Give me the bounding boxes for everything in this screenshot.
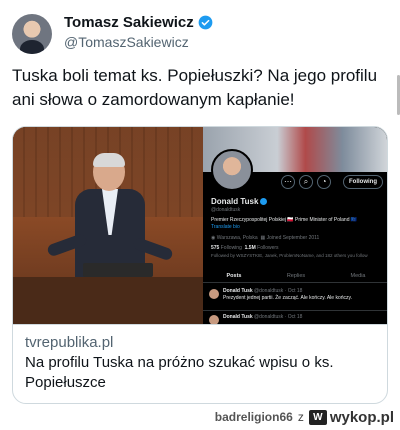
verified-badge-icon: [198, 15, 213, 30]
profile-name-row: Donald Tusk: [211, 197, 268, 206]
post-author: Donald Tusk @donaldtusk · Oct 18: [223, 288, 303, 294]
following-label: Following: [220, 245, 242, 251]
profile-followed-by: Followed by WSZYSTKIE, Janek, ProblemNoN…: [211, 253, 368, 258]
tweet-text: Tuska boli temat ks. Popiełuszki? Na jeg…: [12, 66, 378, 109]
author-name[interactable]: Tomasz Sakiewicz: [64, 14, 194, 31]
author-handle[interactable]: @TomaszSakiewicz: [64, 34, 189, 50]
author-name-row: Tomasz Sakiewicz: [64, 14, 213, 31]
profile-post: Donald Tusk @donaldtusk · Oct 18: [203, 311, 387, 324]
attribution-separator: z: [297, 410, 304, 424]
source-attribution: badreligion66 z W wykop.pl: [215, 408, 394, 426]
speaker-photo: [13, 127, 203, 324]
profile-bio: Premier Rzeczypospolitej Polskiej 🇵🇱 Pri…: [211, 217, 383, 231]
profile-verified-icon: [260, 198, 268, 205]
followers-count: 1.5M: [244, 245, 256, 251]
followers-label: Followers: [257, 245, 279, 251]
uploader-username[interactable]: badreligion66: [215, 410, 293, 424]
profile-name: Donald Tusk: [211, 197, 259, 206]
search-icon: ⌕: [299, 175, 313, 189]
site-name: wykop.pl: [329, 408, 394, 426]
tab-posts: Posts: [226, 273, 242, 279]
profile-handle: @donaldtusk: [211, 207, 241, 213]
card-footer[interactable]: tvrepublika.pl Na profilu Tuska na próżn…: [13, 324, 387, 403]
card-image: ⋯ ⌕ ◔ Following Donald Tusk @donaldtusk …: [13, 127, 387, 324]
profile-following-button: Following: [343, 175, 383, 189]
card-domain[interactable]: tvrepublika.pl: [25, 333, 377, 353]
card-title[interactable]: Na profilu Tuska na próżno szukać wpisu …: [25, 353, 377, 393]
link-card[interactable]: ⋯ ⌕ ◔ Following Donald Tusk @donaldtusk …: [12, 126, 388, 404]
profile-translate-link: Translate bio: [211, 224, 240, 230]
tab-media: Media: [350, 273, 366, 279]
wykop-logo-icon: W: [308, 409, 327, 425]
profile-meta: ◉ Warszawa, Polska ▦ Joined September 20…: [211, 235, 319, 241]
profile-avatar: [211, 149, 253, 191]
profile-post: Donald Tusk @donaldtusk · Oct 18 Prezyde…: [203, 285, 387, 311]
following-count: 575: [211, 245, 220, 251]
tweet-header: Tomasz Sakiewicz @TomaszSakiewicz: [12, 12, 388, 56]
avatar[interactable]: [12, 14, 52, 54]
post-author: Donald Tusk @donaldtusk · Oct 18: [223, 314, 303, 320]
embedded-profile-screenshot: ⋯ ⌕ ◔ Following Donald Tusk @donaldtusk …: [203, 127, 387, 324]
post-text: Prezydent jednej partii. Że zacząć. Ale …: [223, 295, 353, 301]
post-avatar: [209, 315, 219, 324]
profile-bio-text: Premier Rzeczypospolitej Polskiej 🇵🇱 Pri…: [211, 217, 358, 223]
profile-location: Warszawa, Polska: [216, 235, 258, 241]
profile-tabs: Posts Replies Media: [203, 269, 387, 283]
more-icon: ⋯: [281, 175, 295, 189]
profile-stats: 575 Following 1.5M Followers: [211, 245, 279, 251]
tab-replies: Replies: [286, 273, 306, 279]
profile-joined: Joined September 2011: [266, 235, 320, 241]
post-avatar: [209, 289, 219, 299]
bell-icon: ◔: [317, 175, 331, 189]
site-logo[interactable]: W wykop.pl: [308, 408, 394, 426]
